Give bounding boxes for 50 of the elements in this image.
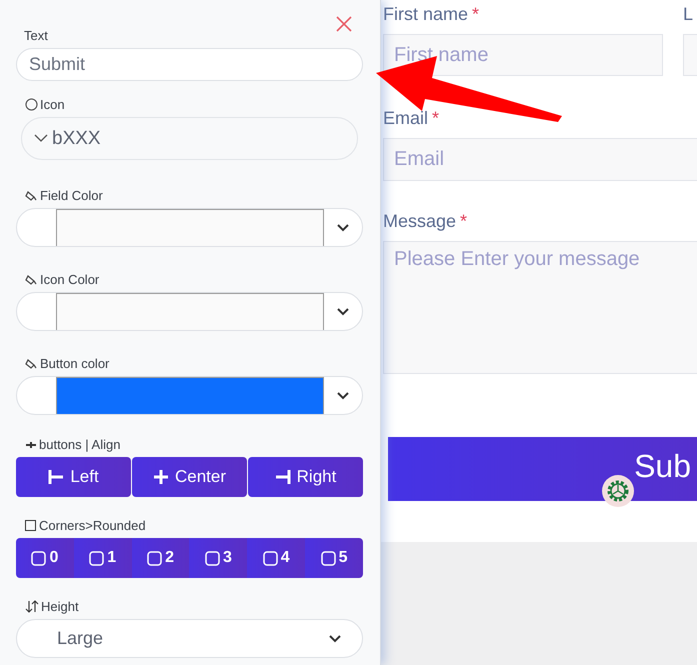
chevron-down-icon xyxy=(336,307,350,316)
field-label: L xyxy=(683,4,694,26)
color-picker[interactable] xyxy=(16,292,363,331)
field-label: First name * xyxy=(383,4,480,26)
field-label: Message * xyxy=(383,211,468,233)
text-input[interactable]: Submit xyxy=(16,48,363,81)
chevron-down-icon xyxy=(34,134,48,143)
color-picker[interactable] xyxy=(16,376,363,415)
align-button[interactable]: Left xyxy=(16,457,131,497)
rounded-square-icon xyxy=(262,550,278,566)
field-label: Text xyxy=(24,28,48,43)
height-select[interactable]: Large xyxy=(16,619,363,658)
field-label: Corners>Rounded xyxy=(39,518,146,533)
plus-icon xyxy=(152,469,169,485)
color-picker[interactable] xyxy=(16,208,363,247)
submit-button[interactable]: Sub xyxy=(388,437,697,501)
sort-arrows-icon xyxy=(25,600,39,613)
field-label: Field Color xyxy=(40,188,103,203)
rounded-square-icon xyxy=(31,550,46,566)
field-label: Icon Color xyxy=(40,272,100,287)
close-icon[interactable] xyxy=(335,15,353,33)
chevron-down-icon xyxy=(336,223,350,232)
chevron-down-icon xyxy=(336,391,350,400)
bucket-icon xyxy=(25,358,38,370)
align-right-icon xyxy=(274,469,291,485)
gear-icon[interactable] xyxy=(601,474,635,508)
corner-button[interactable]: 2 xyxy=(132,538,190,578)
corner-button[interactable]: 4 xyxy=(247,538,306,578)
align-button[interactable]: Center xyxy=(132,457,247,497)
corner-button[interactable]: 5 xyxy=(305,538,363,578)
circle-icon xyxy=(25,98,38,111)
field-label: buttons | Align xyxy=(39,437,120,452)
field-label: Height xyxy=(41,599,79,614)
chevron-down-icon xyxy=(328,634,342,643)
align-button[interactable]: Right xyxy=(248,457,363,497)
field-label: Icon xyxy=(40,97,65,112)
rounded-square-icon xyxy=(147,550,162,566)
rounded-square-icon xyxy=(320,550,336,566)
bucket-icon xyxy=(25,190,38,202)
field-label: Button color xyxy=(40,356,110,371)
rounded-square-icon xyxy=(89,550,104,566)
corner-button[interactable]: 1 xyxy=(74,538,132,578)
rounded-square-icon xyxy=(204,550,220,566)
corner-button[interactable]: 0 xyxy=(16,538,74,578)
field-label: Email * xyxy=(383,108,440,130)
corner-button[interactable]: 3 xyxy=(189,538,248,578)
align-left-icon xyxy=(48,469,64,485)
bucket-icon xyxy=(25,274,38,286)
frame-icon xyxy=(24,519,37,532)
icon-select[interactable]: bXXX xyxy=(21,117,358,160)
